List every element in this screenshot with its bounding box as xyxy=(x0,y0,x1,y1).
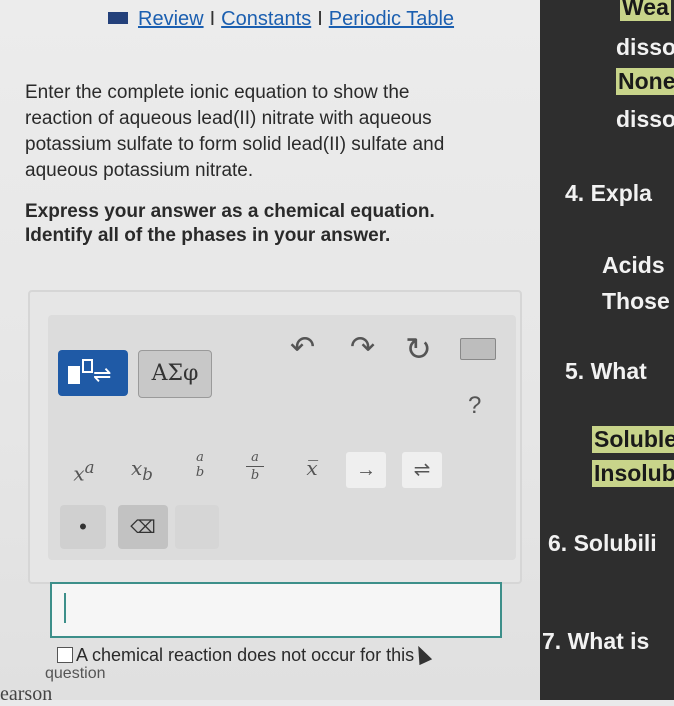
note-question: 5. What xyxy=(565,358,647,384)
equilibrium-arrow-button[interactable]: ⇌ xyxy=(402,452,442,488)
subscript-idx: b xyxy=(142,465,153,484)
note-line: Wea xyxy=(620,0,671,21)
answer-instructions: Express your answer as a chemical equati… xyxy=(25,201,435,246)
no-reaction-checkbox[interactable] xyxy=(57,647,73,663)
side-notes-panel: Wea disso None disso 4. Expla Acids Thos… xyxy=(540,0,674,700)
subscript-button[interactable]: xb xyxy=(120,448,164,488)
note-line: disso xyxy=(616,34,674,60)
text-caret xyxy=(64,593,66,623)
greek-letters-button[interactable]: ΑΣφ xyxy=(138,350,212,398)
no-reaction-label: A chemical reaction does not occur for t… xyxy=(76,645,415,665)
pearson-footer: earson xyxy=(0,683,53,705)
help-icon[interactable]: ? xyxy=(468,392,481,420)
redo-icon[interactable]: ↷ xyxy=(350,330,375,365)
delete-button[interactable]: ⌫ xyxy=(118,505,168,549)
reset-icon[interactable]: ↻ xyxy=(405,330,432,368)
no-reaction-option[interactable]: A chemical reaction does not occur for t… xyxy=(57,645,414,666)
keyboard-toggle-button[interactable] xyxy=(175,505,219,549)
note-question: 4. Expla xyxy=(565,180,652,206)
review-link[interactable]: Review xyxy=(138,8,204,30)
reaction-arrow-button[interactable]: → xyxy=(346,452,386,488)
fraction-line-den: b xyxy=(250,468,260,483)
keyboard-icon[interactable] xyxy=(460,338,496,360)
template-box-icon xyxy=(68,366,80,384)
fraction-line-num: a xyxy=(251,450,259,465)
template-equilibrium-icon: ⇌ xyxy=(93,362,112,387)
fraction-den: b xyxy=(195,465,205,480)
periodic-table-link[interactable]: Periodic Table xyxy=(329,8,454,30)
mouse-cursor-icon xyxy=(411,642,433,666)
note-question: 6. Solubili xyxy=(548,530,657,556)
constants-link[interactable]: Constants xyxy=(221,8,311,30)
undo-icon[interactable]: ↶ xyxy=(290,330,315,365)
note-line: disso xyxy=(616,106,674,132)
note-line: None xyxy=(616,68,674,95)
problem-panel: Review I Constants I Periodic Table Enter th… xyxy=(0,0,540,705)
template-superscript-icon xyxy=(82,359,93,373)
superscript-exp: a xyxy=(84,458,95,477)
fraction-line-button[interactable]: ab xyxy=(240,448,270,488)
superscript-base: x xyxy=(73,461,85,486)
superscript-button[interactable]: xa xyxy=(62,448,106,488)
link-separator: I xyxy=(209,8,216,30)
fraction-button[interactable]: ab xyxy=(185,448,215,488)
menu-icon xyxy=(108,12,128,24)
fraction-num: a xyxy=(196,450,204,465)
fraction-bar xyxy=(246,466,264,467)
no-reaction-label-cont: question xyxy=(45,665,106,682)
resource-links: Review I Constants I Periodic Table xyxy=(108,8,454,31)
note-line: Insolub xyxy=(592,460,674,487)
note-line: Those xyxy=(602,288,670,314)
answer-input[interactable] xyxy=(50,582,502,638)
overline-button[interactable]: x̅ xyxy=(290,448,334,488)
note-line: Acids xyxy=(602,252,665,278)
question-prompt: Enter the complete ionic equation to sho… xyxy=(25,82,445,181)
dot-button[interactable]: • xyxy=(60,505,106,549)
note-line: Soluble xyxy=(592,426,674,453)
link-separator: I xyxy=(317,8,323,30)
note-question: 7. What is xyxy=(542,628,650,654)
templates-button[interactable]: ⇌ xyxy=(58,350,128,396)
subscript-base: x xyxy=(131,456,143,480)
